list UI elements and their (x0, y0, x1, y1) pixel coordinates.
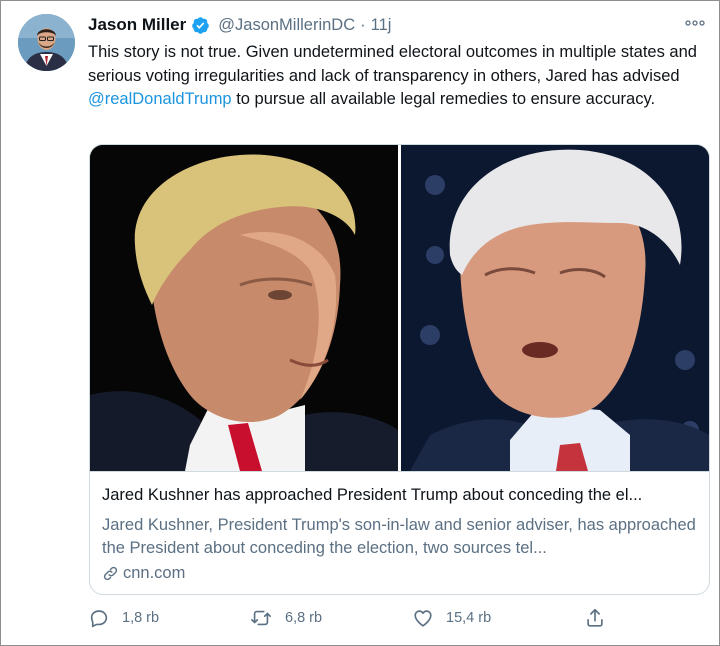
author-handle[interactable]: @JasonMillerinDC (218, 16, 355, 35)
author-name[interactable]: Jason Miller (88, 15, 186, 35)
like-button[interactable]: 15,4 rb (412, 603, 491, 633)
card-link-row[interactable]: cnn.com (102, 564, 185, 583)
tweet-text-part-2: to pursue all available legal remedies t… (231, 90, 656, 108)
retweet-count: 6,8 rb (285, 610, 323, 626)
link-icon (103, 566, 118, 581)
tweet-text: This story is not true. Given undetermin… (88, 41, 708, 112)
retweet-icon (251, 610, 271, 626)
tweet-actions: 1,8 rb 6,8 rb 15,4 rb (88, 603, 708, 633)
card-body: Jared Kushner has approached President T… (90, 471, 709, 594)
avatar-image (18, 14, 75, 71)
tweet-timestamp[interactable]: 11j (371, 16, 392, 35)
reply-button[interactable]: 1,8 rb (88, 603, 159, 633)
share-icon (587, 608, 603, 627)
like-icon (414, 610, 432, 627)
tweet-text-part-1: This story is not true. Given undetermin… (88, 43, 697, 85)
reply-icon (90, 610, 108, 628)
card-image-divider (398, 145, 401, 471)
reply-count: 1,8 rb (122, 610, 160, 626)
mention-link[interactable]: @realDonaldTrump (88, 90, 232, 108)
separator-dot: · (360, 15, 366, 34)
link-preview-card[interactable]: Jared Kushner has approached President T… (89, 144, 710, 595)
card-title[interactable]: Jared Kushner has approached President T… (102, 486, 702, 505)
tweet-header: Jason Miller @JasonMillerinDC · 11j (88, 13, 391, 37)
more-options-icon[interactable] (684, 12, 706, 34)
verified-badge-icon (191, 16, 210, 35)
retweet-button[interactable]: 6,8 rb (249, 603, 322, 633)
like-count: 15,4 rb (446, 610, 492, 626)
card-domain: cnn.com (123, 564, 186, 582)
card-description: Jared Kushner, President Trump's son-in-… (102, 516, 696, 557)
share-button[interactable] (584, 603, 618, 633)
avatar[interactable] (18, 14, 75, 71)
